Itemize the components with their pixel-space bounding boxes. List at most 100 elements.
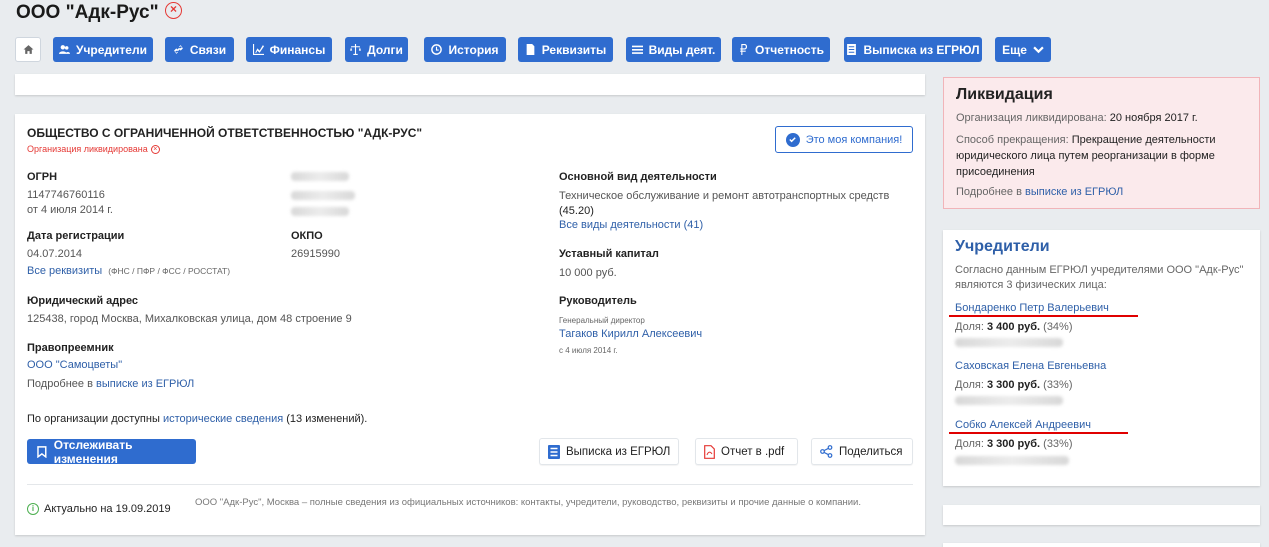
empty-card — [943, 505, 1260, 525]
founder-share: Доля: 3 300 руб. (33%) — [955, 377, 1073, 393]
founder-name-link[interactable]: Собко Алексей Андреевич — [955, 419, 1091, 431]
nav-activities[interactable]: Виды деят. — [626, 37, 721, 62]
home-button[interactable] — [15, 37, 41, 62]
track-changes-label: Отслеживать изменения — [53, 437, 133, 466]
blurred-value — [955, 396, 1063, 405]
founder-name-link[interactable]: Саховская Елена Евгеньевна — [955, 360, 1106, 372]
actual-date-row: i Актуально на 19.09.2019 — [27, 503, 171, 515]
company-card: ОБЩЕСТВО С ОГРАНИЧЕННОЙ ОТВЕТСТВЕННОСТЬЮ… — [15, 114, 925, 535]
annotation-underline — [949, 315, 1138, 317]
history-prefix: По организации доступны — [27, 413, 160, 425]
nav-more-label: Еще — [1002, 42, 1027, 57]
all-activities-link[interactable]: Все виды деятельности (41) — [559, 219, 703, 231]
activity-code: (45.20) — [559, 205, 594, 217]
history-link[interactable]: исторические сведения — [163, 413, 283, 425]
requisites-note: (ФНС / ПФР / ФСС / РОССТАТ) — [108, 266, 231, 276]
egrul-extract-label: Выписка из ЕГРЮЛ — [566, 445, 671, 458]
activity-label: Основной вид деятельности — [559, 171, 717, 183]
chart-icon — [252, 44, 264, 55]
nav-debts-label: Долги — [367, 42, 403, 57]
liquidation-date-label: Организация ликвидирована: — [956, 112, 1107, 124]
nav-reporting-label: Отчетность — [755, 42, 824, 57]
nav-links[interactable]: Связи — [165, 37, 234, 62]
blurred-value — [955, 456, 1069, 465]
capital-label: Уставный капитал — [559, 248, 659, 260]
nav-finances-label: Финансы — [269, 42, 326, 57]
nav-requisites[interactable]: Реквизиты — [518, 37, 613, 62]
all-requisites-row: Все реквизиты (ФНС / ПФР / ФСС / РОССТАТ… — [27, 265, 230, 277]
history-row: По организации доступны исторические све… — [27, 412, 367, 427]
founders-intro: Согласно данным ЕГРЮЛ учредителями ООО "… — [955, 264, 1244, 291]
registration-date-label: Дата регистрации — [27, 230, 125, 242]
nav-reporting[interactable]: Отчетность — [732, 37, 830, 62]
list-icon — [631, 45, 643, 54]
nav-founders-label: Учредители — [76, 42, 147, 57]
track-changes-button[interactable]: Отслеживать изменения — [27, 437, 196, 466]
annotation-underline — [949, 432, 1128, 434]
liquidation-method-row: Способ прекращения: Прекращение деятельн… — [956, 132, 1254, 180]
founders-title[interactable]: Учредители — [955, 238, 1050, 256]
share-label: Доля: — [955, 321, 984, 333]
document-lines-icon — [548, 444, 560, 459]
activity-value: Техническое обслуживание и ремонт автотр… — [559, 189, 911, 219]
pdf-icon — [704, 444, 715, 459]
egrul-link[interactable]: выписке из ЕГРЮЛ — [96, 378, 194, 390]
founders-panel: Учредители Согласно данным ЕГРЮЛ учредит… — [943, 230, 1260, 486]
my-company-button[interactable]: Это моя компания! — [775, 126, 913, 153]
founder-name-link[interactable]: Бондаренко Петр Валерьевич — [955, 302, 1109, 314]
liquidation-date-value: 20 ноября 2017 г. — [1109, 112, 1198, 124]
all-requisites-link[interactable]: Все реквизиты — [27, 265, 102, 277]
share-label: Поделиться — [839, 445, 903, 458]
share-label: Доля: — [955, 438, 984, 450]
nav-history-label: История — [448, 42, 499, 57]
nav-links-label: Связи — [189, 42, 227, 57]
nav-founders[interactable]: Учредители — [53, 37, 153, 62]
nav-finances[interactable]: Финансы — [246, 37, 332, 62]
pdf-report-label: Отчет в .pdf — [721, 445, 785, 458]
egrul-extract-button[interactable]: Выписка из ЕГРЮЛ — [539, 438, 679, 465]
nav-egrul-extract[interactable]: Выписка из ЕГРЮЛ — [844, 37, 982, 62]
bookmark-icon — [37, 445, 47, 458]
actual-date-text: Актуально на 19.09.2019 — [44, 503, 171, 515]
status-badge: Организация ликвидирована × — [27, 144, 160, 154]
nav-debts[interactable]: Долги — [345, 37, 408, 62]
status-text: Организация ликвидирована — [27, 144, 148, 154]
nav-requisites-label: Реквизиты — [541, 42, 607, 57]
registration-date-value: 04.07.2014 — [27, 248, 83, 260]
capital-value: 10 000 руб. — [559, 267, 617, 279]
info-icon: i — [27, 503, 39, 515]
liquidation-panel: Ликвидация Организация ликвидирована: 20… — [943, 77, 1260, 209]
blurred-value — [291, 207, 349, 216]
link-icon — [173, 45, 183, 54]
extract-icon — [847, 44, 857, 55]
more-in-text: Подробнее в — [27, 378, 93, 390]
okpo-value: 26915990 — [291, 248, 340, 260]
nav-history[interactable]: История — [424, 37, 506, 62]
address-value: 125438, город Москва, Михалковская улица… — [27, 313, 352, 325]
close-icon: × — [150, 144, 160, 154]
scales-icon — [350, 44, 362, 55]
home-icon — [23, 45, 33, 54]
pdf-report-button[interactable]: Отчет в .pdf — [695, 438, 798, 465]
share-amount: 3 300 руб. — [986, 379, 1041, 391]
ogrn-date: от 4 июля 2014 г. — [27, 204, 113, 216]
history-icon — [431, 44, 443, 55]
address-label: Юридический адрес — [27, 295, 139, 307]
nav-more-dropdown[interactable]: Еще — [995, 37, 1051, 62]
divider — [27, 484, 913, 485]
blurred-value — [291, 172, 349, 181]
more-in-text: Подробнее в — [956, 186, 1022, 198]
users-icon — [59, 45, 70, 54]
head-name-link[interactable]: Тагаков Кирилл Алексеевич — [559, 328, 702, 340]
successor-link[interactable]: ООО "Самоцветы" — [27, 359, 122, 371]
ogrn-label: ОГРН — [27, 171, 58, 183]
share-button[interactable]: Поделиться — [811, 438, 913, 465]
activity-text: Техническое обслуживание и ремонт автотр… — [559, 190, 890, 202]
blurred-value — [955, 338, 1063, 347]
head-since: с 4 июля 2014 г. — [559, 346, 618, 355]
successor-label: Правопреемник — [27, 342, 114, 354]
empty-card — [943, 543, 1260, 547]
liquidation-egrul-link[interactable]: выписке из ЕГРЮЛ — [1025, 186, 1123, 198]
share-percent: (34%) — [1043, 321, 1073, 333]
liquidation-method-label: Способ прекращения: — [956, 134, 1069, 146]
